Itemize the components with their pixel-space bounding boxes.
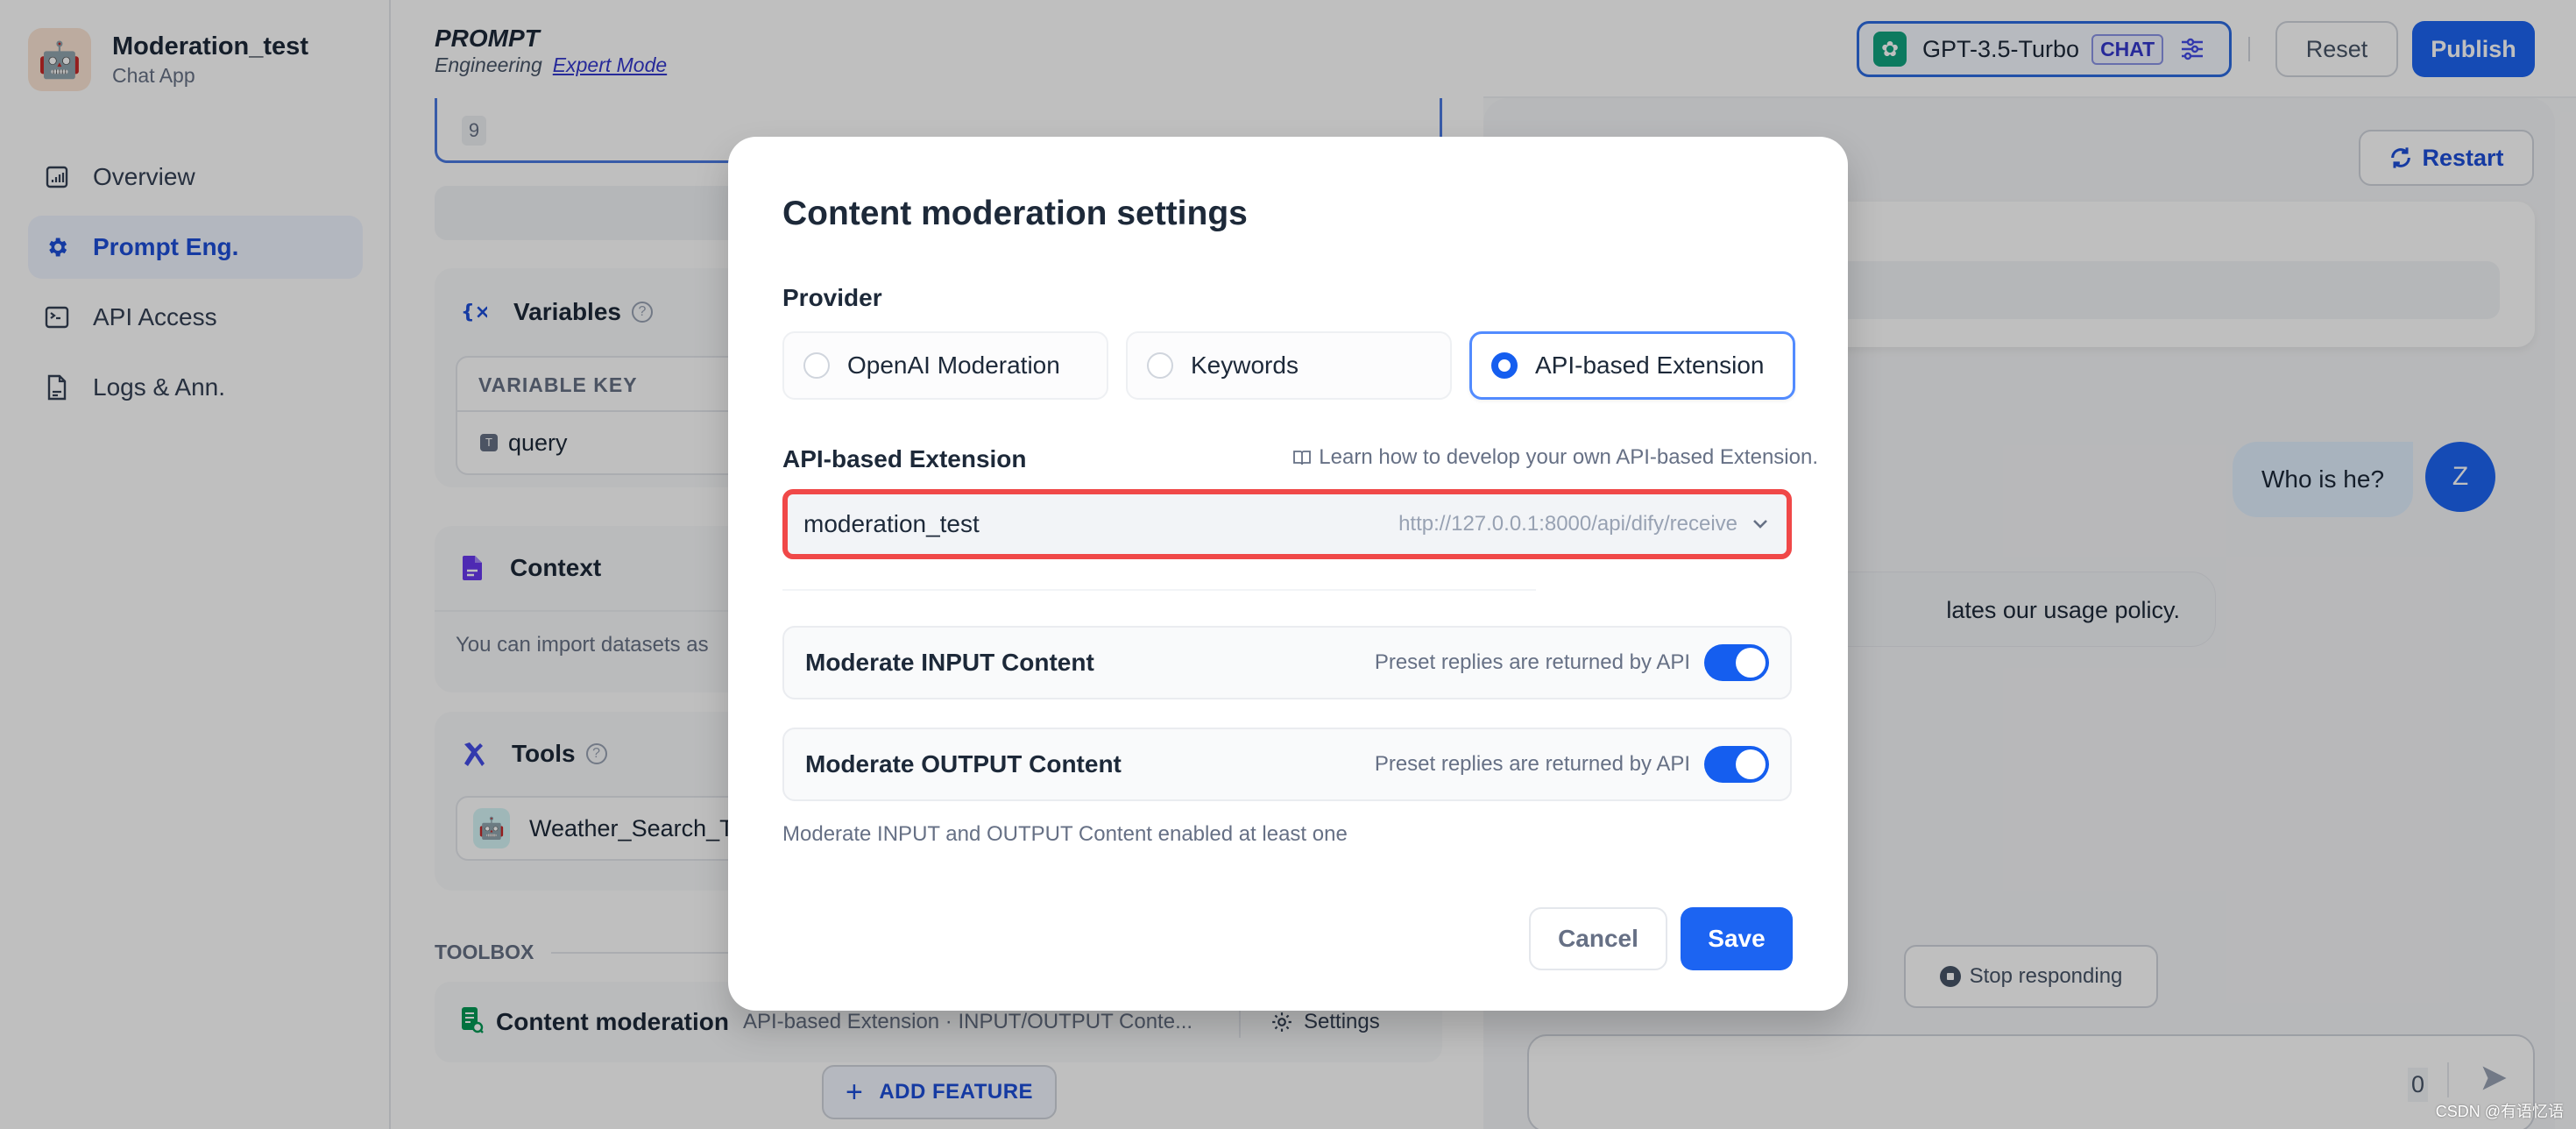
moderate-input-row: Moderate INPUT Content Preset replies ar… [782,626,1792,699]
moderate-input-toggle[interactable] [1704,644,1769,681]
extension-url: http://127.0.0.1:8000/api/dify/receive [1398,512,1737,536]
radio-unselected[interactable] [1147,352,1173,379]
moderation-note: Moderate INPUT and OUTPUT Content enable… [782,822,1348,846]
provider-options: OpenAI Moderation Keywords API-based Ext… [782,331,1795,400]
learn-more-text: Learn how to develop your own API-based … [1319,445,1818,469]
provider-option-openai[interactable]: OpenAI Moderation [782,331,1108,400]
provider-option-api-extension[interactable]: API-based Extension [1469,331,1795,400]
chevron-down-icon [1752,518,1769,530]
moderate-output-title: Moderate OUTPUT Content [805,750,1122,778]
provider-option-label: Keywords [1191,351,1299,379]
moderate-input-title: Moderate INPUT Content [805,649,1094,676]
provider-option-keywords[interactable]: Keywords [1126,331,1452,400]
watermark: CSDN @有语忆语 [2435,1103,2564,1120]
save-button[interactable]: Save [1681,907,1793,970]
radio-unselected[interactable] [803,352,830,379]
radio-selected[interactable] [1491,352,1518,379]
api-extension-select[interactable]: moderation_test http://127.0.0.1:8000/ap… [782,489,1792,559]
book-icon [1293,451,1312,465]
provider-label: Provider [782,284,882,311]
app-root: 🤖 Moderation_test Chat App Overview Prom… [0,0,2576,1129]
learn-more-link[interactable]: Learn how to develop your own API-based … [1292,445,1818,470]
modal-title: Content moderation settings [782,195,1248,232]
moderate-output-hint: Preset replies are returned by API [1374,752,1690,776]
provider-option-label: OpenAI Moderation [847,351,1060,379]
moderate-output-row: Moderate OUTPUT Content Preset replies a… [782,728,1792,801]
extension-name: moderation_test [803,510,980,537]
provider-option-label: API-based Extension [1535,351,1765,379]
cancel-button[interactable]: Cancel [1529,907,1667,970]
api-extension-label: API-based Extension [782,445,1027,472]
moderate-input-hint: Preset replies are returned by API [1374,650,1690,674]
moderate-output-toggle[interactable] [1704,746,1769,783]
divider [782,589,1536,591]
content-moderation-settings-modal: Content moderation settings Provider Ope… [728,137,1848,1011]
